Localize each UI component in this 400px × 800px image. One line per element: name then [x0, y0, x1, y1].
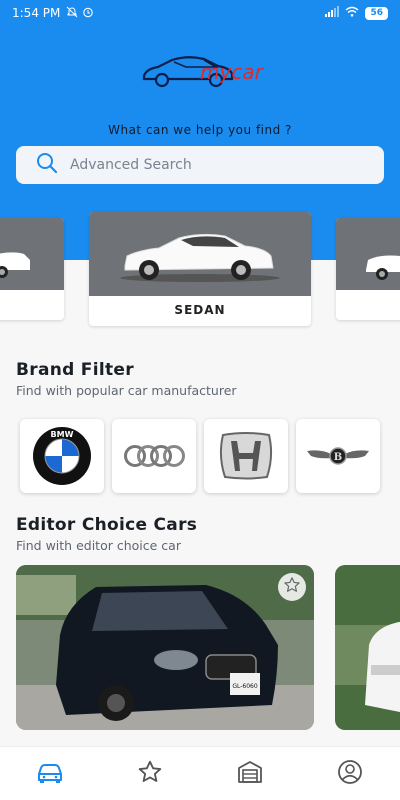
editor-car-card[interactable]	[335, 565, 400, 730]
logo-text: mycar	[200, 60, 263, 84]
favorite-button[interactable]	[278, 573, 306, 601]
status-bar: 1:54 PM 56	[0, 0, 400, 26]
signal-icon	[325, 6, 340, 20]
honda-logo-icon	[219, 432, 273, 480]
brand-bentley[interactable]: B	[296, 419, 380, 493]
car-type-label: SEDAN	[174, 303, 226, 317]
bmw-logo-icon: BMW	[33, 427, 91, 485]
search-input[interactable]: Advanced Search	[16, 146, 384, 184]
svg-text:B: B	[334, 452, 342, 463]
nav-favorites[interactable]	[130, 754, 170, 794]
star-icon	[283, 576, 301, 598]
car-icon	[36, 760, 64, 788]
bentley-logo-icon: B	[307, 447, 369, 465]
mute-icon	[66, 6, 78, 21]
car-type-carousel[interactable]: SEDAN	[0, 212, 400, 328]
brand-bmw[interactable]: BMW	[20, 419, 104, 493]
nav-profile[interactable]	[330, 754, 370, 794]
nav-garage[interactable]	[230, 754, 270, 794]
car-type-image	[0, 218, 64, 290]
brand-filter-title: Brand Filter	[16, 360, 134, 380]
car-type-image	[336, 218, 400, 290]
svg-text:BMW: BMW	[51, 430, 74, 439]
editor-car-photo: GL-6060	[16, 565, 314, 730]
alarm-icon	[82, 6, 94, 21]
car-type-card-left[interactable]	[0, 218, 64, 320]
sedan-image	[89, 212, 311, 296]
editor-choice-title: Editor Choice Cars	[16, 515, 198, 535]
search-icon	[36, 152, 58, 178]
svg-text:GL-6060: GL-6060	[232, 683, 258, 690]
battery-indicator: 56	[365, 6, 388, 20]
brand-honda[interactable]	[204, 419, 288, 493]
search-tagline: What can we help you find ?	[108, 123, 292, 137]
editor-car-photo	[335, 565, 400, 730]
car-type-card-right[interactable]	[336, 218, 400, 320]
app-logo: mycar	[138, 52, 278, 94]
car-type-card-sedan[interactable]: SEDAN	[89, 212, 311, 326]
editor-car-card[interactable]: GL-6060	[16, 565, 314, 730]
nav-home[interactable]	[30, 754, 70, 794]
profile-icon	[337, 759, 363, 789]
editor-choice-subtitle: Find with editor choice car	[16, 538, 181, 553]
garage-icon	[237, 759, 263, 789]
star-icon	[137, 759, 163, 789]
brand-audi[interactable]	[112, 419, 196, 493]
wifi-icon	[345, 6, 359, 20]
bottom-navigation	[0, 746, 400, 800]
status-time: 1:54 PM	[12, 6, 61, 20]
brand-filter-subtitle: Find with popular car manufacturer	[16, 383, 237, 398]
search-placeholder: Advanced Search	[70, 157, 192, 173]
audi-logo-icon	[124, 445, 185, 467]
